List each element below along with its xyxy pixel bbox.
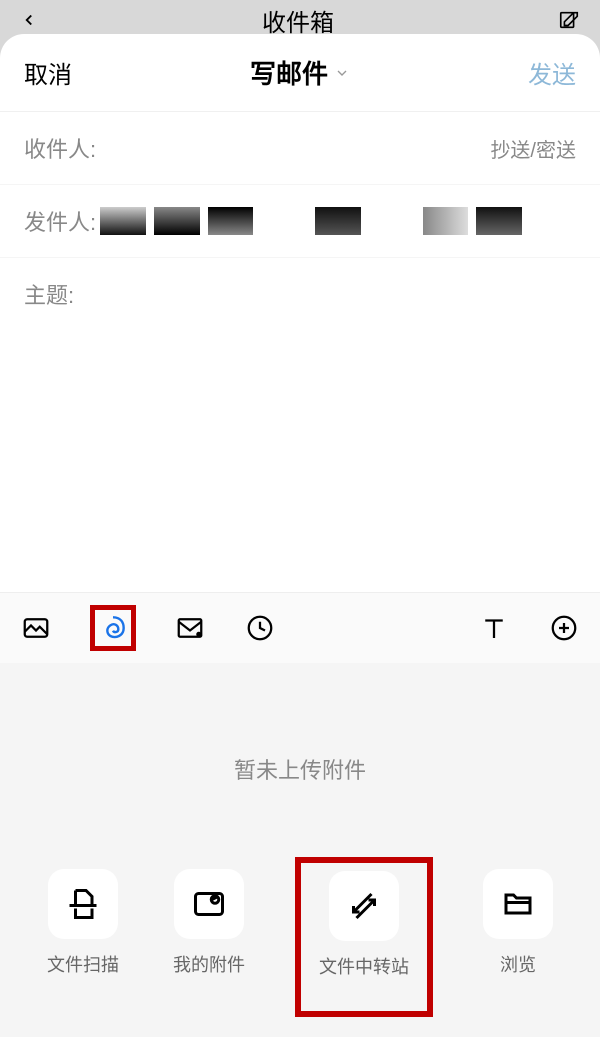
my-attachments-label: 我的附件	[173, 951, 245, 977]
toolbar	[0, 592, 600, 663]
sender-value	[100, 207, 576, 235]
file-scan-button[interactable]: 文件扫描	[43, 865, 123, 981]
cc-bcc-button[interactable]: 抄送/密送	[490, 134, 576, 163]
send-button[interactable]: 发送	[528, 55, 576, 90]
image-icon[interactable]	[20, 612, 52, 644]
browse-icon	[483, 869, 553, 939]
text-format-icon[interactable]	[478, 612, 510, 644]
file-transfer-button[interactable]: 文件中转站	[319, 871, 409, 979]
recipient-row[interactable]: 收件人: 抄送/密送	[0, 112, 600, 185]
transfer-station-highlight: 文件中转站	[295, 857, 433, 1017]
back-icon[interactable]	[20, 11, 38, 29]
compose-icon[interactable]	[558, 9, 580, 31]
attachment-highlight	[90, 605, 136, 651]
attachment-panel: 暂未上传附件 文件扫描 我的附件 文件中转站	[0, 663, 600, 1037]
recipient-label: 收件人:	[24, 132, 96, 164]
cancel-button[interactable]: 取消	[24, 55, 72, 90]
empty-attachment-text: 暂未上传附件	[20, 693, 580, 865]
subject-row[interactable]: 主题:	[0, 258, 600, 330]
modal-title[interactable]: 写邮件	[250, 54, 350, 91]
file-scan-icon	[48, 869, 118, 939]
modal-header: 取消 写邮件 发送	[0, 34, 600, 112]
modal-title-text: 写邮件	[250, 54, 328, 91]
clock-icon[interactable]	[244, 612, 276, 644]
compose-modal: 取消 写邮件 发送 收件人: 抄送/密送 发件人: 主题:	[0, 34, 600, 1037]
subject-label: 主题:	[24, 283, 74, 308]
attachment-icon[interactable]	[97, 612, 129, 644]
sender-label: 发件人:	[24, 205, 96, 237]
plus-icon[interactable]	[548, 612, 580, 644]
email-icon[interactable]	[174, 612, 206, 644]
email-body[interactable]	[0, 330, 600, 592]
my-attachments-icon	[174, 869, 244, 939]
chevron-down-icon	[334, 65, 350, 81]
attachment-options: 文件扫描 我的附件 文件中转站 浏览	[20, 865, 580, 1017]
file-transfer-label: 文件中转站	[319, 953, 409, 979]
sender-row[interactable]: 发件人:	[0, 185, 600, 258]
browse-label: 浏览	[500, 951, 536, 977]
browse-button[interactable]: 浏览	[479, 865, 557, 981]
my-attachments-button[interactable]: 我的附件	[169, 865, 249, 981]
bg-title: 收件箱	[262, 3, 334, 38]
file-transfer-icon	[329, 871, 399, 941]
file-scan-label: 文件扫描	[47, 951, 119, 977]
